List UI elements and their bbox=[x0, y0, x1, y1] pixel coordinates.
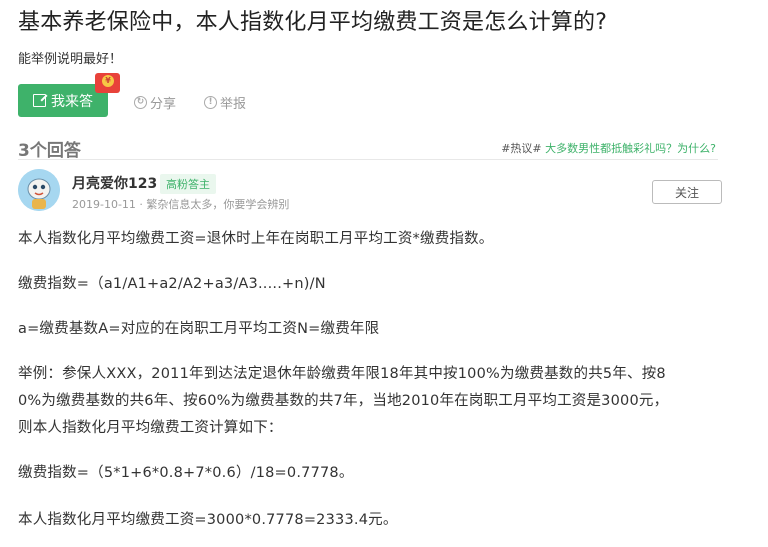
avatar[interactable] bbox=[18, 169, 60, 211]
red-packet-icon[interactable]: ¥ bbox=[95, 73, 120, 93]
answer-text-line: 缴费指数=（a1/A1+a2/A2+a3/A3.....+n)/N bbox=[18, 276, 326, 292]
answer-text-line: 缴费指数=（5*1+6*0.8+7*0.6）/18=0.7778。 bbox=[18, 465, 354, 481]
hot-topic-prefix: #热议# bbox=[501, 142, 542, 155]
answer-text-line: 举例：参保人XXX，2011年到达法定退休年龄缴费年限18年其中按100%为缴费… bbox=[18, 366, 666, 382]
edit-icon bbox=[33, 94, 46, 107]
divider bbox=[18, 159, 718, 160]
answer-text-line: 本人指数化月平均缴费工资=3000*0.7778=2333.4元。 bbox=[18, 512, 398, 528]
warning-icon: ! bbox=[204, 96, 217, 109]
answer-text-line: 0%为缴费基数的共6年、按60%为缴费基数的共7年，当地2010年在岗职工月平均… bbox=[18, 393, 669, 409]
answer-text-line: a=缴费基数A=对应的在岗职工月平均工资N=缴费年限 bbox=[18, 321, 380, 337]
question-description: 能举例说明最好！ bbox=[18, 52, 123, 67]
share-label: 分享 bbox=[150, 97, 177, 112]
answers-count: 3个回答 bbox=[18, 141, 81, 161]
report-label: 举报 bbox=[220, 97, 247, 112]
answer-text-line: 则本人指数化月平均缴费工资计算如下： bbox=[18, 420, 283, 436]
share-button[interactable]: ↻ 分享 bbox=[134, 93, 176, 112]
report-button[interactable]: ! 举报 bbox=[204, 93, 246, 112]
status-badge: 高粉答主 bbox=[160, 174, 216, 194]
follow-button[interactable]: 关注 bbox=[652, 180, 722, 204]
share-icon: ↻ bbox=[134, 96, 147, 109]
hot-topic-link[interactable]: 大多数男性都抵触彩礼吗？为什么? bbox=[545, 142, 716, 155]
answer-meta: 2019-10-11 · 繁杂信息太多，你要学会辨别 bbox=[72, 198, 290, 211]
hot-topic[interactable]: #热议# 大多数男性都抵触彩礼吗？为什么? bbox=[501, 140, 716, 156]
answer-button-label: 我来答 bbox=[51, 93, 93, 110]
question-title: 基本养老保险中，本人指数化月平均缴费工资是怎么计算的? bbox=[18, 10, 608, 35]
answer-text-line: 本人指数化月平均缴费工资=退休时上年在岗职工月平均工资*缴费指数。 bbox=[18, 231, 494, 247]
username[interactable]: 月亮爱你123 bbox=[72, 173, 157, 193]
